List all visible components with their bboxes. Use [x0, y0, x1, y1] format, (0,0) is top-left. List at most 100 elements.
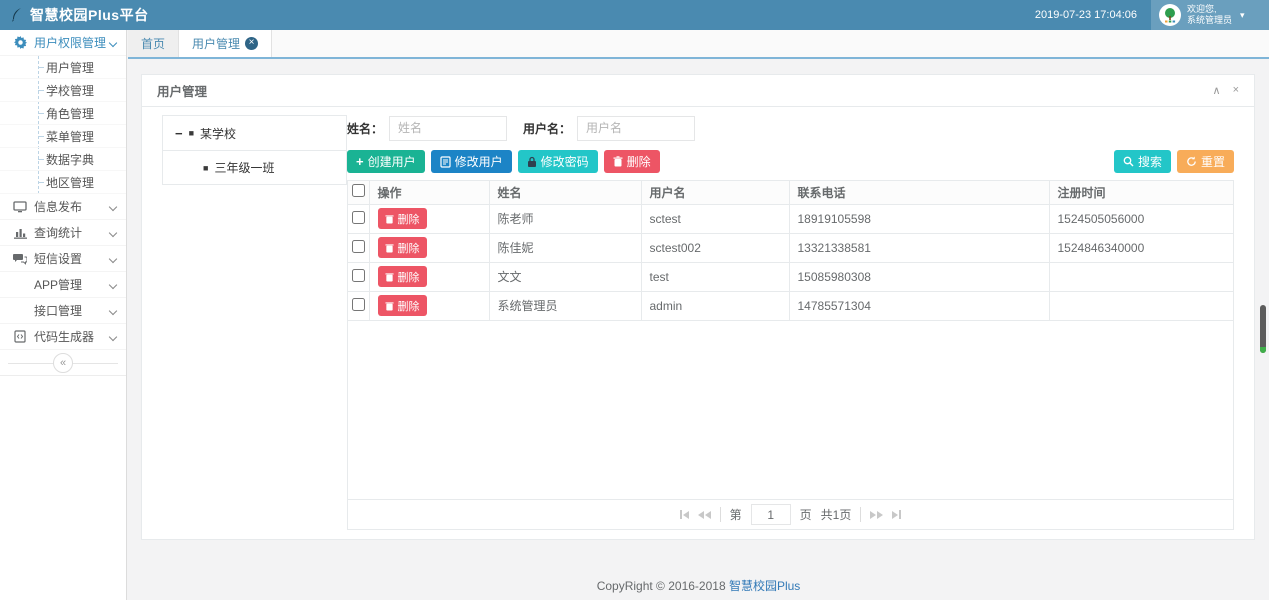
table-header-row: 操作 姓名 用户名 联系电话 注册时间: [348, 181, 1233, 204]
sidebar-item-query-stats[interactable]: 查询统计: [0, 220, 126, 246]
tree-collapse-icon[interactable]: −: [175, 126, 183, 141]
col-header-phone: 联系电话: [789, 181, 1049, 204]
row-checkbox[interactable]: [352, 298, 365, 311]
welcome-text: 欢迎您, 系统管理员: [1187, 4, 1232, 26]
sidebar-item-region-mgmt[interactable]: 地区管理: [0, 171, 126, 194]
sidebar-item-user-permission[interactable]: 用户权限管理: [0, 30, 126, 56]
delete-button[interactable]: 删除: [604, 150, 660, 173]
edit-file-icon: [440, 156, 451, 168]
search-button[interactable]: 搜索: [1114, 150, 1171, 173]
sidebar-item-sms-settings[interactable]: 短信设置: [0, 246, 126, 272]
tree-node-class[interactable]: ■ 三年级一班: [163, 150, 346, 184]
sidebar-item-api-mgmt[interactable]: 接口管理: [0, 298, 126, 324]
top-header: 智慧校园Plus平台 2019-07-23 17:04:06 欢迎您, 系统管理…: [0, 0, 1269, 30]
select-all-checkbox[interactable]: [352, 184, 365, 197]
row-checkbox[interactable]: [352, 240, 365, 253]
footer-brand-link[interactable]: 智慧校园Plus: [729, 579, 800, 593]
page-prefix: 第: [730, 506, 742, 523]
username-label: 用户名：: [523, 120, 571, 137]
sidebar-item-data-dict[interactable]: 数据字典: [0, 148, 126, 171]
caret-down-icon: ▾: [1240, 10, 1245, 21]
table-row: 删除 文文 test 15085980308: [348, 262, 1233, 291]
sidebar-item-label: 用户权限管理: [34, 34, 110, 51]
chevron-down-icon: [109, 306, 117, 314]
change-password-button[interactable]: 修改密码: [518, 150, 598, 173]
edit-user-button[interactable]: 修改用户: [431, 150, 512, 173]
cell-phone: 14785571304: [789, 291, 1049, 320]
user-menu[interactable]: 欢迎您, 系统管理员 ▾: [1151, 0, 1269, 30]
row-delete-button[interactable]: 删除: [378, 266, 427, 287]
cell-phone: 18919105598: [789, 204, 1049, 233]
col-header-regtime: 注册时间: [1049, 181, 1233, 204]
tab-user-management[interactable]: 用户管理 ×: [179, 30, 272, 57]
sidebar-item-code-generator[interactable]: 代码生成器: [0, 324, 126, 350]
sidebar-item-menu-mgmt[interactable]: 菜单管理: [0, 125, 126, 148]
cell-username: test: [641, 262, 789, 291]
sidebar-item-app-mgmt[interactable]: APP管理: [0, 272, 126, 298]
table-row: 删除 陈佳妮 sctest002 13321338581 15248463400…: [348, 233, 1233, 262]
trash-icon: [385, 301, 394, 311]
gear-icon: [12, 36, 28, 49]
bar-chart-icon: [12, 227, 28, 239]
reset-button[interactable]: 重置: [1177, 150, 1234, 173]
monitor-icon: [12, 201, 28, 213]
sidebar-item-role-mgmt[interactable]: 角色管理: [0, 102, 126, 125]
name-input[interactable]: [389, 116, 507, 141]
page-total: 共1页: [821, 506, 852, 523]
sidebar-item-school-mgmt[interactable]: 学校管理: [0, 79, 126, 102]
quill-logo-icon: [10, 7, 24, 23]
user-table: 操作 姓名 用户名 联系电话 注册时间 删除 陈老师: [348, 181, 1233, 321]
sidebar-item-info-publish[interactable]: 信息发布: [0, 194, 126, 220]
trash-icon: [385, 272, 394, 282]
tab-close-icon[interactable]: ×: [245, 37, 258, 50]
search-icon: [1123, 156, 1134, 167]
next-page-icon[interactable]: [870, 511, 883, 519]
sidebar-collapse-row: «: [0, 350, 126, 376]
user-table-container: 操作 姓名 用户名 联系电话 注册时间 删除 陈老师: [347, 180, 1234, 530]
col-header-actions: 操作: [369, 181, 489, 204]
row-delete-button[interactable]: 删除: [378, 208, 427, 229]
col-header-name: 姓名: [489, 181, 641, 204]
cell-username: admin: [641, 291, 789, 320]
scrollbar-thumb[interactable]: [1260, 305, 1266, 353]
datetime: 2019-07-23 17:04:06: [1035, 9, 1137, 21]
cell-phone: 15085980308: [789, 262, 1049, 291]
cell-name: 陈佳妮: [489, 233, 641, 262]
create-user-button[interactable]: + 创建用户: [347, 150, 425, 173]
first-page-icon[interactable]: [680, 510, 689, 519]
panel-header: 用户管理 ∧ ×: [142, 75, 1254, 107]
row-delete-button[interactable]: 删除: [378, 237, 427, 258]
page-number-input[interactable]: [751, 504, 791, 525]
trash-icon: [385, 214, 394, 224]
cell-regtime: [1049, 262, 1233, 291]
cell-name: 陈老师: [489, 204, 641, 233]
chevron-down-icon: [109, 202, 117, 210]
tab-bar: 首页 用户管理 ×: [128, 30, 1269, 59]
search-form: 姓名： 用户名：: [347, 115, 1234, 141]
row-delete-button[interactable]: 删除: [378, 295, 427, 316]
comments-icon: [12, 253, 28, 265]
tree-node-school[interactable]: − ■ 某学校: [163, 116, 346, 150]
toolbar: + 创建用户 修改用户 修改密码 删除: [347, 150, 1234, 173]
sidebar-item-user-mgmt[interactable]: 用户管理: [0, 56, 126, 79]
chevron-down-icon: [109, 38, 117, 46]
chevron-down-icon: [109, 332, 117, 340]
row-checkbox[interactable]: [352, 269, 365, 282]
cell-regtime: 1524505056000: [1049, 204, 1233, 233]
chevron-down-icon: [109, 254, 117, 262]
last-page-icon[interactable]: [892, 510, 901, 519]
row-checkbox[interactable]: [352, 211, 365, 224]
panel-body: − ■ 某学校 ■ 三年级一班 姓名： 用户名：: [142, 107, 1254, 539]
sidebar-collapse-button[interactable]: «: [53, 353, 73, 373]
main-area: 首页 用户管理 × 用户管理 ∧ × − ■ 某学校 ■: [128, 30, 1269, 600]
username-input[interactable]: [577, 116, 695, 141]
panel-collapse-icon[interactable]: ∧: [1213, 84, 1221, 97]
tab-home[interactable]: 首页: [128, 30, 179, 57]
trash-icon: [613, 156, 623, 167]
pagination: 第 页 共1页: [348, 499, 1233, 529]
tree-node-icon: ■: [203, 163, 208, 173]
sidebar: 用户权限管理 用户管理 学校管理 角色管理 菜单管理 数据字典 地区管理 信息发…: [0, 30, 127, 600]
panel-close-icon[interactable]: ×: [1233, 84, 1239, 97]
prev-page-icon[interactable]: [698, 511, 711, 519]
cell-regtime: [1049, 291, 1233, 320]
